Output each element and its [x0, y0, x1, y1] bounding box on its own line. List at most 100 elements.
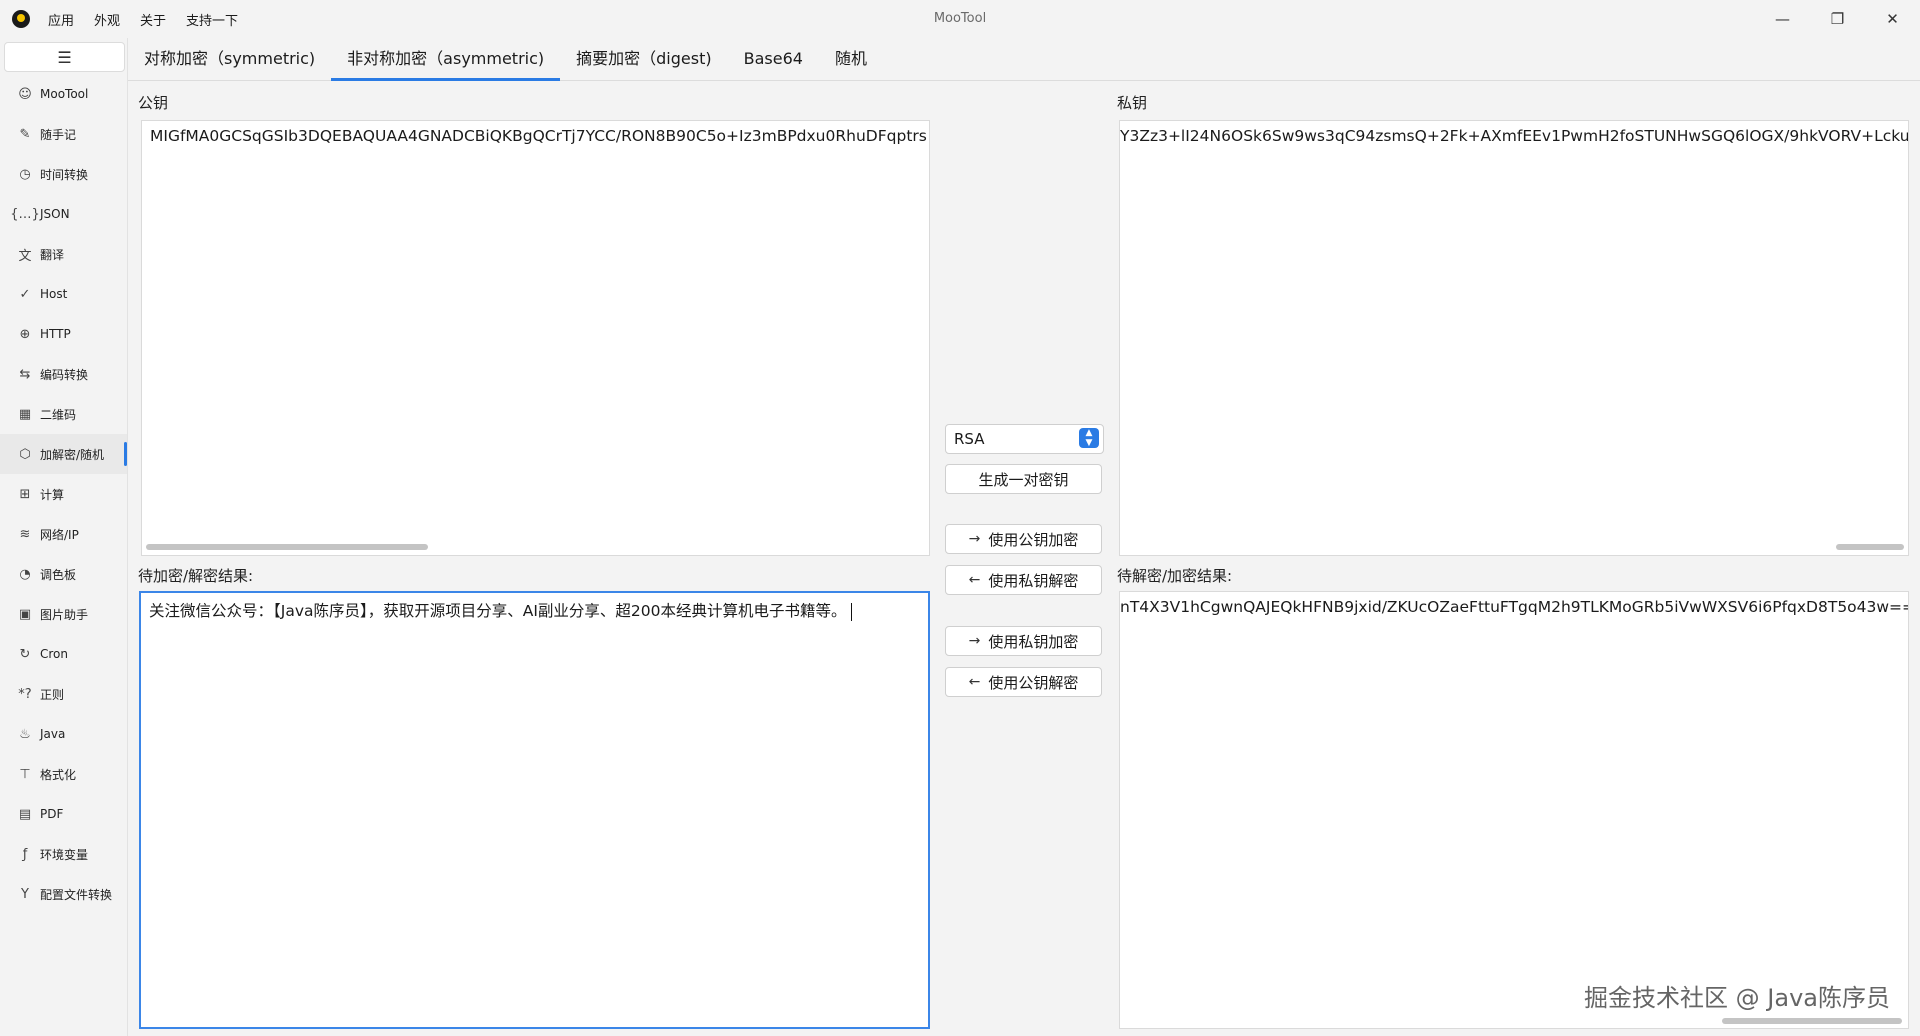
- sidebar-item-label: 网络/IP: [40, 527, 79, 542]
- generate-keypair-button[interactable]: 生成一对密钥: [945, 464, 1102, 494]
- plaintext-text: 关注微信公众号：【Java陈序员】，获取开源项目分享、AI副业分享、超200本经…: [149, 602, 847, 620]
- sidebar-item-7[interactable]: ⇆ 编码转换: [0, 354, 127, 394]
- restore-icon[interactable]: ❐: [1810, 0, 1865, 38]
- private-key-decrypt-label: 使用私钥解密: [988, 571, 1079, 590]
- window-controls: — ❐ ✕: [1755, 0, 1920, 38]
- public-key-hscrollbar[interactable]: [146, 544, 428, 550]
- sidebar-item-label: 格式化: [40, 767, 77, 782]
- swap-icon: ⇆: [19, 366, 31, 382]
- private-key-hscrollbar[interactable]: [1836, 544, 1904, 550]
- sidebar-item-16[interactable]: ♨ Java: [0, 714, 127, 754]
- sidebar-item-19[interactable]: ƒ 环境变量: [0, 834, 127, 874]
- tab-0[interactable]: 对称加密（symmetric): [128, 38, 331, 80]
- tab-1[interactable]: 非对称加密（asymmetric): [331, 38, 561, 81]
- sidebar-item-6[interactable]: ⊕ HTTP: [0, 314, 127, 354]
- sidebar-item-20[interactable]: Y 配置文件转换: [0, 874, 127, 914]
- public-key-text: MIGfMA0GCSqGSIb3DQEBAQUAA4GNADCBiQKBgQCr…: [150, 127, 927, 145]
- sidebar-item-label: 环境变量: [40, 847, 89, 862]
- plaintext-textarea[interactable]: 关注微信公众号：【Java陈序员】，获取开源项目分享、AI副业分享、超200本经…: [139, 591, 930, 1029]
- ciphertext-label: 待解密/加密结果:: [1117, 567, 1233, 585]
- algorithm-value: RSA: [954, 430, 985, 448]
- window-title: MooTool: [933, 11, 987, 26]
- sidebar-item-9[interactable]: ⬡ 加解密/随机: [0, 434, 127, 474]
- minimize-icon[interactable]: —: [1755, 0, 1810, 38]
- pdf-icon: ▤: [18, 806, 32, 822]
- sidebar-item-11[interactable]: ≋ 网络/IP: [0, 514, 127, 554]
- braces-icon: {…}: [10, 206, 40, 222]
- history-icon: ↻: [19, 646, 31, 662]
- spinner-arrows-icon: ▲ ▼: [1079, 428, 1099, 448]
- plaintext-line: 关注微信公众号：【Java陈序员】，获取开源项目分享、AI副业分享、超200本经…: [149, 599, 852, 621]
- public-key-encrypt-button[interactable]: → 使用公钥加密: [945, 524, 1102, 554]
- palette-icon: ◔: [19, 566, 31, 582]
- sidebar-item-label: 翻译: [40, 247, 65, 262]
- tab-4[interactable]: 随机: [819, 38, 883, 80]
- sidebar-nav: ☺ MooTool ✎ 随手记 ◷ 时间转换 {…} JSON 文翻译 ✓ Host ⊕ HTTP ⇆ 编码…: [0, 74, 127, 914]
- sidebar-item-18[interactable]: ▤ PDF: [0, 794, 127, 834]
- menu-support[interactable]: 支持一下: [186, 10, 238, 29]
- sidebar-item-1[interactable]: ✎ 随手记: [0, 114, 127, 154]
- sidebar-item-4[interactable]: 文翻译: [0, 234, 127, 274]
- sidebar-item-label: 二维码: [40, 407, 77, 422]
- sidebar-item-17[interactable]: ⊤ 格式化: [0, 754, 127, 794]
- sidebar-item-3[interactable]: {…} JSON: [0, 194, 127, 234]
- arrow-right-icon: →: [968, 633, 981, 649]
- watermark: 掘金技术社区 @ Java陈序员: [1584, 984, 1890, 1012]
- sidebar-item-label: 编码转换: [40, 367, 89, 382]
- algorithm-select[interactable]: RSA ▲ ▼: [945, 424, 1104, 454]
- sidebar-item-label: Host: [40, 287, 68, 301]
- tab-bar: 对称加密（symmetric) 非对称加密（asymmetric) 摘要加密（dig…: [128, 38, 1920, 81]
- menu-bar: 应用 外观 关于 支持一下: [48, 10, 238, 29]
- menu-appearance[interactable]: 外观: [94, 10, 120, 29]
- sidebar-item-14[interactable]: ↻ Cron: [0, 634, 127, 674]
- qrcode-icon: ▦: [18, 406, 32, 422]
- private-key-textarea[interactable]: Y3Zz3+lI24N6OSk6Sw9ws3qC94zsmsQ+2Fk+AXmf…: [1119, 120, 1909, 556]
- sidebar-item-label: HTTP: [40, 327, 71, 341]
- sidebar-item-5[interactable]: ✓ Host: [0, 274, 127, 314]
- sidebar-item-2[interactable]: ◷ 时间转换: [0, 154, 127, 194]
- menu-about[interactable]: 关于: [140, 10, 166, 29]
- sidebar-item-10[interactable]: ⊞ 计算: [0, 474, 127, 514]
- clock-icon: ◷: [19, 166, 31, 182]
- sidebar-item-label: JSON: [40, 207, 70, 221]
- java-icon: ♨: [19, 726, 31, 742]
- check-icon: ✓: [19, 286, 31, 302]
- ciphertext-hscrollbar[interactable]: [1722, 1018, 1902, 1024]
- ciphertext-textarea[interactable]: nT4X3V1hCgwnQAJEQkHFNB9jxid/ZKUcOZaeFttu…: [1119, 591, 1909, 1029]
- sidebar-item-label: 配置文件转换: [40, 887, 113, 902]
- title-bar: 应用 外观 关于 支持一下 MooTool — ❐ ✕: [0, 0, 1920, 38]
- plaintext-label: 待加密/解密结果:: [138, 567, 254, 585]
- private-key-decrypt-button[interactable]: ← 使用私钥解密: [945, 565, 1102, 595]
- hamburger-menu-button[interactable]: ☰: [4, 42, 125, 72]
- sidebar-item-13[interactable]: ▣ 图片助手: [0, 594, 127, 634]
- tab-3[interactable]: Base64: [728, 38, 819, 80]
- regex-icon: *?: [18, 686, 32, 702]
- sidebar-item-label: 随手记: [40, 127, 77, 142]
- sidebar-item-label: Cron: [40, 647, 68, 661]
- tab-2[interactable]: 摘要加密（digest): [560, 38, 727, 80]
- public-key-encrypt-label: 使用公钥加密: [988, 530, 1079, 549]
- arrow-left-icon: ←: [968, 572, 981, 588]
- arrow-left-icon: ←: [968, 674, 981, 690]
- private-key-encrypt-button[interactable]: → 使用私钥加密: [945, 626, 1102, 656]
- public-key-textarea[interactable]: MIGfMA0GCSqGSIb3DQEBAQUAA4GNADCBiQKBgQCr…: [141, 120, 930, 556]
- close-icon[interactable]: ✕: [1865, 0, 1920, 38]
- pen-icon: ✎: [19, 126, 31, 142]
- private-key-encrypt-label: 使用私钥加密: [988, 632, 1079, 651]
- public-key-label: 公钥: [138, 94, 169, 112]
- public-key-decrypt-button[interactable]: ← 使用公钥解密: [945, 667, 1102, 697]
- public-key-decrypt-label: 使用公钥解密: [988, 673, 1079, 692]
- sidebar-item-label: MooTool: [40, 87, 89, 101]
- sidebar: ☰ ☺ MooTool ✎ 随手记 ◷ 时间转换 {…} JSON 文翻译 ✓ Host ⊕ HTTP ⇆…: [0, 38, 128, 1036]
- menu-app[interactable]: 应用: [48, 10, 74, 29]
- sidebar-item-label: 图片助手: [40, 607, 89, 622]
- app-logo-icon: [12, 10, 30, 28]
- sidebar-item-label: Java: [40, 727, 66, 741]
- sidebar-item-0[interactable]: ☺ MooTool: [0, 74, 127, 114]
- sidebar-item-12[interactable]: ◔ 调色板: [0, 554, 127, 594]
- sidebar-item-label: 时间转换: [40, 167, 89, 182]
- sidebar-item-8[interactable]: ▦ 二维码: [0, 394, 127, 434]
- function-icon: ƒ: [22, 846, 28, 862]
- sidebar-item-15[interactable]: *? 正则: [0, 674, 127, 714]
- ciphertext-text: nT4X3V1hCgwnQAJEQkHFNB9jxid/ZKUcOZaeFttu…: [1120, 598, 1909, 616]
